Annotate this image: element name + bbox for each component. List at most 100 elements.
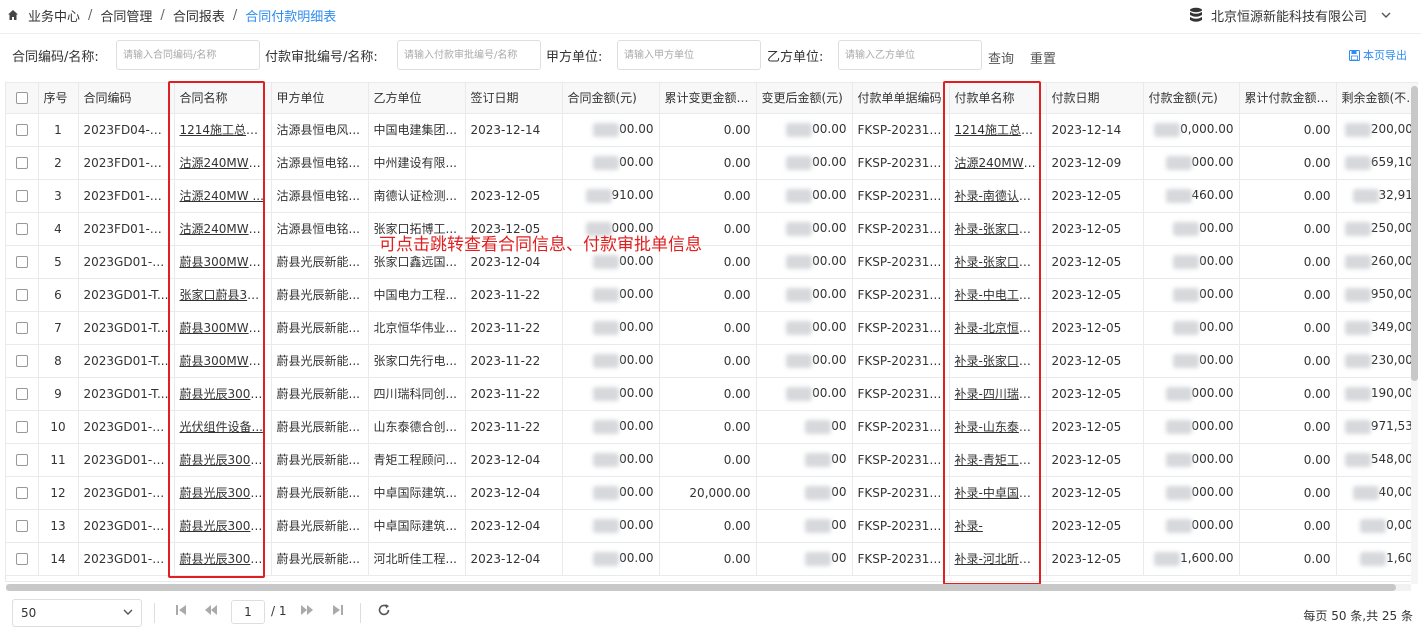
export-page-button[interactable]: 本页导出	[1349, 47, 1407, 63]
payment-name-link[interactable]: 补录-中卓国际...	[949, 476, 1047, 510]
contract-name-link[interactable]: 沽源240MW风...	[174, 212, 272, 246]
contract-name-link[interactable]: 沽源240MW风...	[174, 146, 272, 180]
party-a-label: 甲方单位:	[546, 50, 603, 65]
contract-code: 2023GD01-D...	[78, 245, 175, 279]
row-checkbox[interactable]	[6, 509, 39, 543]
row-checkbox[interactable]	[6, 542, 39, 576]
changed-amount: 00.00	[756, 377, 853, 411]
row-checkbox[interactable]	[6, 377, 39, 411]
row-checkbox[interactable]	[6, 146, 39, 180]
payment-name-link[interactable]: 补录-中电工程...	[949, 278, 1047, 312]
party-b-unit: 中卓国际建筑...	[368, 476, 466, 510]
party-b-input[interactable]	[838, 40, 982, 70]
payment-name-link[interactable]: 补录-河北昕佳...	[949, 542, 1047, 576]
breadcrumb-item-contract-mgmt[interactable]: 合同管理	[100, 6, 152, 25]
row-index: 13	[38, 509, 79, 543]
reset-button[interactable]: 重置	[1030, 48, 1056, 67]
contract-name-link[interactable]: 蔚县光辰300M...	[174, 509, 272, 543]
breadcrumb-item-contract-report[interactable]: 合同报表	[173, 6, 225, 25]
row-checkbox[interactable]	[6, 245, 39, 279]
payment-approval-input[interactable]	[397, 40, 541, 70]
query-button[interactable]: 查询	[988, 48, 1014, 67]
changed-amount: 00.00	[756, 245, 853, 279]
contract-name-link[interactable]: 蔚县光辰300M...	[174, 476, 272, 510]
payment-name-link[interactable]: 补录-青矩工程...	[949, 443, 1047, 477]
vertical-scrollbar[interactable]	[1411, 84, 1418, 584]
row-checkbox[interactable]	[6, 179, 39, 213]
payment-name-link[interactable]: 补录-张家口鑫...	[949, 245, 1047, 279]
contract-name-link[interactable]: 蔚县光辰300M...	[174, 542, 272, 576]
contract-name-link[interactable]: 光伏组件设备...	[174, 410, 272, 444]
payment-amount: 00.00	[1143, 245, 1240, 279]
party-a-unit: 蔚县光辰新能...	[271, 410, 369, 444]
refresh-icon[interactable]	[377, 603, 391, 617]
cell-text: FKSP-202312-...	[857, 188, 949, 203]
sign-date: 2023-11-22	[465, 344, 563, 378]
column-header: 合同名称	[174, 83, 272, 114]
payment-name-link[interactable]: 补录-南德认证...	[949, 179, 1047, 213]
row-checkbox[interactable]	[6, 113, 39, 147]
contract-code-input[interactable]	[116, 40, 260, 70]
cell-text: 000.00	[1191, 518, 1234, 533]
select-all-checkbox[interactable]	[6, 83, 39, 114]
previous-page-icon[interactable]	[204, 603, 218, 617]
row-checkbox[interactable]	[6, 443, 39, 477]
page-size-select[interactable]: 50	[12, 599, 142, 627]
redacted-mask	[805, 551, 832, 566]
payment-name-link[interactable]: 沽源240MW风...	[949, 146, 1047, 180]
vertical-scroll-thumb[interactable]	[1411, 86, 1418, 381]
contract-amount: 00.00	[562, 311, 660, 345]
payment-name-link[interactable]: 补录-四川瑞科...	[949, 377, 1047, 411]
cell-text: 00.00	[812, 221, 847, 236]
contract-name-link[interactable]: 蔚县300MW光...	[174, 245, 272, 279]
party-a-input[interactable]	[617, 40, 761, 70]
contract-name-link[interactable]: 蔚县光辰300M...	[174, 443, 272, 477]
row-checkbox[interactable]	[6, 278, 39, 312]
payment-name-link[interactable]: 1214施工总承...	[949, 113, 1047, 147]
next-page-icon[interactable]	[300, 603, 314, 617]
breadcrumb-item-business[interactable]: 业务中心	[28, 6, 80, 25]
party-a-unit: 蔚县光辰新能...	[271, 443, 369, 477]
cumulative-payment-amount: 0.00	[1239, 113, 1337, 147]
last-page-icon[interactable]	[331, 603, 345, 617]
payment-amount: 0,000.00	[1143, 113, 1240, 147]
cell-text: 2023-12-14	[1051, 122, 1122, 137]
remaining-amount: 190,000	[1336, 377, 1417, 411]
current-page-input[interactable]	[231, 600, 265, 624]
contract-name-link[interactable]: 张家口蔚县300...	[174, 278, 272, 312]
table-row: 5 2023GD01-D... 蔚县300MW光... 蔚县光辰新能... 张家口鑫远国…	[6, 245, 1417, 279]
row-checkbox[interactable]	[6, 476, 39, 510]
cell-text: 2023-12-05	[1051, 221, 1122, 236]
cell-text: 0.00	[723, 386, 751, 401]
cell-text: 蔚县光辰新能...	[276, 288, 360, 302]
row-checkbox[interactable]	[6, 344, 39, 378]
cell-text: 2023GD01-D...	[83, 551, 173, 566]
payment-amount: 00.00	[1143, 278, 1240, 312]
horizontal-scroll-thumb[interactable]	[6, 584, 1396, 591]
home-icon[interactable]	[7, 9, 19, 21]
company-switcher[interactable]: 北京恒源新能科技有限公司	[1189, 0, 1391, 30]
row-checkbox[interactable]	[6, 311, 39, 345]
horizontal-scrollbar[interactable]	[6, 584, 1411, 591]
payment-name-link[interactable]: 补录-山东泰德...	[949, 410, 1047, 444]
payment-date: 2023-12-05	[1046, 542, 1144, 576]
cell-text: 00	[831, 518, 847, 533]
first-page-icon[interactable]	[174, 603, 188, 617]
row-checkbox[interactable]	[6, 410, 39, 444]
contract-name-link[interactable]: 1214施工总承...	[174, 113, 272, 147]
payment-name-link[interactable]: 补录-张家口先...	[949, 344, 1047, 378]
cumulative-payment-amount: 0.00	[1239, 476, 1337, 510]
contract-name-link[interactable]: 蔚县光辰300M...	[174, 377, 272, 411]
contract-name-link[interactable]: 蔚县300MW光...	[174, 311, 272, 345]
contract-name-link[interactable]: 沽源240MW ...	[174, 179, 272, 213]
payment-name-link[interactable]: 补录-张家口拓...	[949, 212, 1047, 246]
table-row: 11 2023GD01-O... 蔚县光辰300M... 蔚县光辰新能... 青矩工程顾…	[6, 443, 1417, 477]
sign-date: 2023-12-05	[465, 179, 563, 213]
payment-name-link[interactable]: 补录-北京恒华...	[949, 311, 1047, 345]
cell-text: 蔚县光辰新能...	[276, 519, 360, 533]
payment-name-link[interactable]: 补录-	[949, 509, 1047, 543]
cell-text: 460.00	[1191, 188, 1234, 203]
row-checkbox[interactable]	[6, 212, 39, 246]
cumulative-change-amount: 20,000.00	[659, 476, 757, 510]
contract-name-link[interactable]: 蔚县300MW光...	[174, 344, 272, 378]
